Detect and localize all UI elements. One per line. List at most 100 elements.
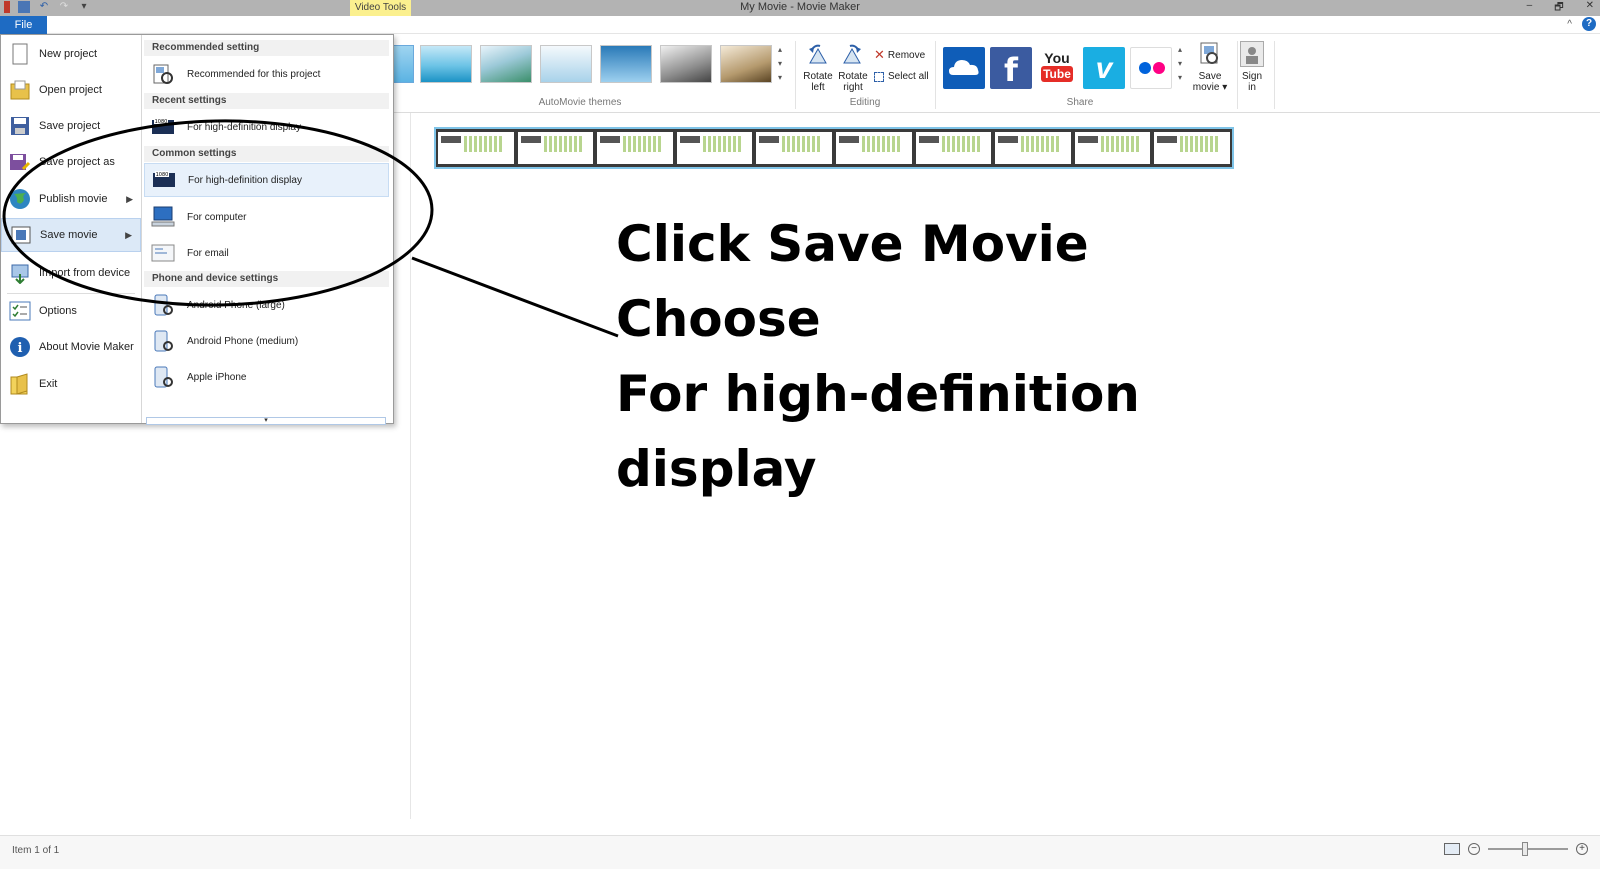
- hd-display-icon: 1080: [152, 169, 176, 191]
- theme-thumbnail[interactable]: [720, 45, 772, 83]
- computer-icon: [151, 206, 175, 228]
- title-bar: ↶ ↷ ▾ Video Tools My Movie - Movie Maker…: [0, 0, 1600, 16]
- open-folder-icon: [9, 79, 31, 101]
- share-scroll[interactable]: ▴ ▾ ▾: [1178, 43, 1182, 85]
- submenu-arrow-icon: ▶: [126, 193, 133, 204]
- menu-save-project-as[interactable]: Save project as: [1, 145, 141, 179]
- menu-new-project[interactable]: New project: [1, 37, 141, 71]
- menu-exit[interactable]: Exit: [1, 367, 141, 401]
- clip-frame: [517, 132, 594, 164]
- theme-thumbnail[interactable]: [540, 45, 592, 83]
- clip-frame: [438, 132, 514, 164]
- menu-label: Save project: [39, 120, 101, 132]
- preview-pane-divider: [410, 113, 411, 819]
- menu-label: Publish movie: [39, 193, 108, 205]
- email-icon: [151, 242, 175, 264]
- menu-options[interactable]: Options: [1, 294, 141, 328]
- collapse-ribbon-icon[interactable]: ^: [1567, 19, 1572, 30]
- save-movie-label: Save movie: [1192, 71, 1222, 93]
- youtube-icon[interactable]: You Tube: [1036, 47, 1078, 89]
- theme-thumbnail[interactable]: [660, 45, 712, 83]
- save-movie-button[interactable]: Save movie ▾: [1190, 71, 1230, 93]
- zoom-slider-thumb[interactable]: [1522, 842, 1528, 856]
- svg-text:i: i: [18, 341, 23, 356]
- vimeo-icon[interactable]: v: [1083, 47, 1125, 89]
- menu-label: Open project: [39, 84, 102, 96]
- menu-save-project[interactable]: Save project: [1, 109, 141, 143]
- ribbon-tab-row: File ^ ?: [0, 16, 1600, 34]
- save-movie-icon[interactable]: [1198, 41, 1222, 67]
- facebook-icon[interactable]: f: [990, 47, 1032, 89]
- globe-icon: [9, 188, 31, 210]
- hd-display-icon: 1080: [151, 116, 175, 138]
- theme-thumbnail[interactable]: [420, 45, 472, 83]
- zoom-in-icon[interactable]: +: [1576, 843, 1588, 855]
- menu-open-project[interactable]: Open project: [1, 73, 141, 107]
- options-checklist-icon: [9, 300, 31, 322]
- save-disk-icon: [9, 115, 31, 137]
- select-all-label: Select all: [888, 71, 929, 82]
- option-computer[interactable]: For computer: [144, 200, 389, 234]
- menu-label: Save project as: [39, 156, 115, 168]
- theme-thumbnail[interactable]: [600, 45, 652, 83]
- automovie-themes-label: AutoMovie themes: [538, 97, 622, 108]
- help-area: ^ ?: [1567, 17, 1596, 31]
- option-label: For high-definition display: [188, 174, 302, 186]
- menu-publish-movie[interactable]: Publish movie ▶: [1, 182, 141, 216]
- file-menu: New project Open project Save project Sa…: [0, 34, 394, 425]
- clip-frame: [1154, 132, 1230, 164]
- option-label: For high-definition display: [187, 121, 301, 133]
- phone-icon: [151, 294, 175, 316]
- rotate-right-button[interactable]: Rotate right: [836, 71, 870, 93]
- sign-in-button[interactable]: Sign in: [1238, 71, 1266, 93]
- recommended-settings-icon: [151, 63, 175, 85]
- zoom-slider[interactable]: [1488, 842, 1568, 856]
- option-recommended[interactable]: Recommended for this project: [144, 57, 389, 91]
- rotate-left-button[interactable]: Rotate left: [801, 71, 835, 93]
- option-recent-hd[interactable]: 1080 For high-definition display: [144, 110, 389, 144]
- sign-in-icon[interactable]: [1240, 41, 1264, 67]
- close-button[interactable]: ✕: [1586, 0, 1594, 17]
- instruction-line: For high-definition: [616, 365, 1140, 423]
- onedrive-icon[interactable]: [943, 47, 985, 89]
- remove-button[interactable]: ✕ Remove: [874, 47, 925, 63]
- option-android-medium[interactable]: Android Phone (medium): [144, 324, 389, 358]
- restore-button[interactable]: 🗗: [1554, 0, 1563, 17]
- theme-thumbnail[interactable]: [480, 45, 532, 83]
- more-options-expander[interactable]: ▾: [146, 417, 386, 425]
- submenu-arrow-icon: ▶: [125, 229, 132, 240]
- save-as-icon: [9, 151, 31, 173]
- option-email[interactable]: For email: [144, 236, 389, 270]
- option-android-large[interactable]: Android Phone (large): [144, 288, 389, 322]
- menu-import-from-device[interactable]: Import from device: [1, 256, 141, 290]
- section-header: Phone and device settings: [144, 271, 389, 287]
- storyboard-clip[interactable]: [434, 127, 1234, 169]
- menu-about[interactable]: i About Movie Maker: [1, 330, 141, 364]
- minimize-button[interactable]: –: [1527, 0, 1533, 17]
- help-icon[interactable]: ?: [1582, 17, 1596, 31]
- instruction-line: Click Save Movie: [616, 215, 1089, 273]
- menu-save-movie[interactable]: Save movie ▶: [1, 218, 141, 252]
- option-hd[interactable]: 1080 For high-definition display: [144, 163, 389, 197]
- option-label: Apple iPhone: [187, 371, 247, 383]
- menu-label: Import from device: [39, 267, 131, 279]
- group-separator: [795, 41, 796, 109]
- rotate-left-icon[interactable]: [806, 43, 830, 65]
- info-icon: i: [9, 336, 31, 358]
- youtube-you: You: [1044, 50, 1070, 66]
- instruction-line: Choose: [616, 290, 821, 348]
- flickr-icon[interactable]: [1130, 47, 1172, 89]
- window-controls: – 🗗 ✕: [1527, 0, 1594, 17]
- zoom-out-icon[interactable]: −: [1468, 843, 1480, 855]
- thumbnail-size-icon[interactable]: [1444, 843, 1460, 855]
- instruction-overlay: Click Save Movie Choose For high-definit…: [616, 207, 1316, 507]
- themes-scroll[interactable]: ▴ ▾ ▾: [778, 43, 782, 85]
- flickr-pink-dot: [1153, 62, 1165, 74]
- select-all-button[interactable]: Select all: [874, 71, 929, 82]
- rotate-right-icon[interactable]: [840, 43, 864, 65]
- option-label: Android Phone (large): [187, 299, 285, 311]
- section-header: Common settings: [144, 146, 389, 162]
- section-header: Recent settings: [144, 93, 389, 109]
- file-tab[interactable]: File: [0, 16, 47, 34]
- option-apple-iphone[interactable]: Apple iPhone: [144, 360, 389, 394]
